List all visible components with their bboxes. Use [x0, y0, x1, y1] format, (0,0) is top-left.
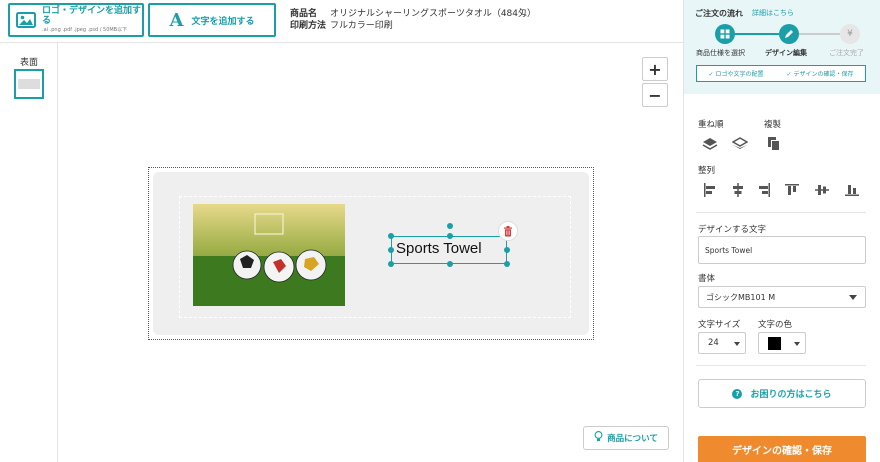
front-side-label: 表面 — [20, 58, 39, 68]
resize-handle[interactable] — [388, 247, 394, 253]
order-flow-detail-link[interactable]: 詳細はこちら — [752, 8, 794, 18]
print-method-value: フルカラー印刷 — [330, 21, 393, 31]
font-size-label: 文字サイズ — [698, 320, 741, 330]
font-size-value: 24 — [708, 338, 719, 348]
add-logo-button[interactable]: ロゴ・デザインを追加する .ai .png .pdf .jpeg .psd / … — [8, 3, 144, 37]
layer-order-label: 重ね順 — [698, 120, 724, 130]
step-label-design-edit: デザイン編集 — [765, 49, 807, 57]
image-icon — [16, 12, 36, 28]
step-label-order-complete: ご注文完了 — [829, 49, 864, 57]
chevron-down-icon — [849, 295, 857, 300]
selected-text-object[interactable]: Sports Towel — [388, 223, 510, 267]
resize-handle[interactable] — [447, 233, 453, 239]
order-flow-title: ご注文の流れ — [695, 9, 743, 18]
panel-divider — [696, 365, 866, 366]
font-select-value: ゴシックMB101 M — [706, 292, 776, 302]
font-select[interactable]: ゴシックMB101 M — [698, 286, 866, 308]
soccer-ball-image[interactable] — [193, 204, 345, 306]
resize-handle[interactable] — [447, 261, 453, 267]
design-text-input[interactable] — [698, 236, 866, 264]
panel-divider — [696, 212, 866, 213]
font-label: 書体 — [698, 274, 716, 284]
duplicate-icon[interactable] — [766, 136, 782, 152]
about-product-button[interactable]: 商品について — [583, 426, 669, 450]
lightbulb-icon — [594, 431, 603, 445]
zoom-out-button[interactable]: − — [642, 83, 668, 107]
add-text-label: 文字を追加する — [191, 16, 255, 27]
grid-icon — [720, 29, 730, 39]
font-size-select[interactable]: 24 — [698, 332, 746, 354]
text-a-icon: A — [169, 9, 184, 31]
chevron-down-icon — [794, 342, 800, 346]
sub-step-confirm: ✓ デザインの確認・保存 — [786, 71, 854, 78]
about-product-label: 商品について — [607, 434, 658, 444]
align-left-icon[interactable] — [702, 182, 718, 198]
confirm-save-button[interactable]: デザインの確認・保存 — [698, 436, 866, 462]
layer-bring-forward-icon[interactable] — [702, 136, 718, 152]
pencil-icon — [785, 30, 793, 38]
step-connector — [799, 33, 840, 35]
resize-handle[interactable] — [504, 261, 510, 267]
sub-step-placement: ✓ ロゴや文字の配置 — [708, 71, 764, 78]
zoom-in-button[interactable]: + — [642, 57, 668, 81]
order-flow: ご注文の流れ 詳細はこちら ¥ 商品仕様を選択 デザイン編集 ご注文完了 ✓ ロ… — [684, 0, 880, 94]
print-method-row: 印刷方法 フルカラー印刷 — [290, 20, 536, 32]
font-color-label: 文字の色 — [758, 320, 793, 330]
question-icon: ? — [732, 388, 743, 399]
product-name-key: 商品名 — [290, 9, 318, 19]
layer-send-backward-icon[interactable] — [732, 136, 748, 152]
yen-icon: ¥ — [847, 29, 853, 39]
design-text-label: デザインする文字 — [698, 225, 767, 235]
rotate-handle[interactable] — [447, 223, 453, 229]
color-swatch — [768, 336, 781, 350]
product-name-value: オリジナルシャーリングスポーツタオル（484匁） — [330, 9, 536, 19]
product-info: 商品名 オリジナルシャーリングスポーツタオル（484匁） 印刷方法 フルカラー印… — [290, 8, 536, 32]
resize-handle[interactable] — [388, 261, 394, 267]
design-canvas[interactable]: + − Sports Towel 商品について — [58, 43, 683, 462]
add-text-button[interactable]: A 文字を追加する — [148, 3, 276, 37]
print-method-key: 印刷方法 — [290, 21, 327, 31]
design-sub-steps: ✓ ロゴや文字の配置 ✓ デザインの確認・保存 — [696, 65, 866, 82]
resize-handle[interactable] — [388, 233, 394, 239]
edit-panel: ご注文の流れ 詳細はこちら ¥ 商品仕様を選択 デザイン編集 ご注文完了 ✓ ロ… — [683, 0, 880, 462]
towel-preview: Sports Towel — [153, 172, 589, 335]
duplicate-label: 複製 — [764, 120, 782, 130]
step-select-spec — [715, 24, 735, 44]
trash-icon — [504, 225, 512, 236]
print-area: Sports Towel — [148, 167, 594, 340]
chevron-down-icon — [734, 342, 740, 346]
front-side-thumbnail[interactable] — [14, 69, 44, 99]
step-connector — [735, 33, 779, 35]
step-order-complete: ¥ — [840, 24, 860, 44]
align-center-vertical-icon[interactable] — [814, 182, 830, 198]
align-center-horizontal-icon[interactable] — [730, 182, 746, 198]
delete-button[interactable] — [498, 221, 518, 241]
step-label-select-spec: 商品仕様を選択 — [696, 49, 745, 57]
add-logo-text: ロゴ・デザインを追加する .ai .png .pdf .jpeg .psd / … — [42, 6, 142, 34]
resize-handle[interactable] — [504, 247, 510, 253]
step-design-edit — [779, 24, 799, 44]
add-logo-formats: .ai .png .pdf .jpeg .psd / 50MB以下 — [42, 27, 128, 33]
design-text: Sports Towel — [396, 240, 482, 257]
help-label: お困りの方はこちら — [750, 390, 832, 400]
add-logo-label: ロゴ・デザインを追加する — [42, 6, 142, 26]
align-right-icon[interactable] — [756, 182, 772, 198]
align-label: 整列 — [698, 166, 716, 176]
product-name-row: 商品名 オリジナルシャーリングスポーツタオル（484匁） — [290, 8, 536, 20]
align-top-icon[interactable] — [784, 182, 800, 198]
help-button[interactable]: ? お困りの方はこちら — [698, 379, 866, 408]
side-selector: 表面 — [0, 43, 58, 462]
font-color-select[interactable] — [758, 332, 806, 354]
top-toolbar: ロゴ・デザインを追加する .ai .png .pdf .jpeg .psd / … — [0, 0, 683, 43]
align-bottom-icon[interactable] — [844, 182, 860, 198]
